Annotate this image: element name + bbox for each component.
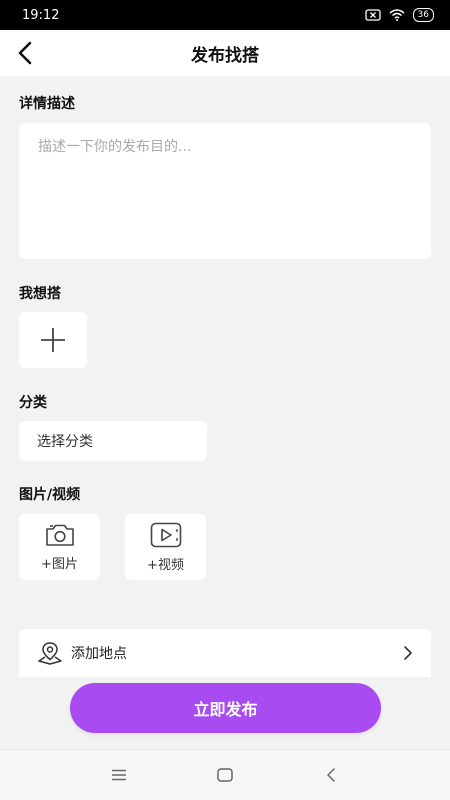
back-triangle-icon: [327, 768, 335, 782]
battery-icon: 36: [412, 8, 434, 22]
status-time: 19:12: [22, 7, 60, 23]
add-location-row[interactable]: 添加地点: [19, 629, 431, 677]
home-nav-button[interactable]: [210, 760, 240, 790]
system-nav-bar: [0, 749, 450, 800]
back-button[interactable]: [10, 38, 40, 68]
menu-icon: [112, 769, 126, 781]
status-bar: 19:12 36: [0, 0, 450, 30]
description-label: 详情描述: [19, 96, 75, 112]
description-input[interactable]: [38, 136, 412, 246]
back-arrow-icon: [18, 41, 32, 65]
camera-icon: [45, 524, 74, 546]
status-icons: 36: [364, 8, 434, 22]
publish-button[interactable]: 立即发布: [70, 683, 381, 733]
app-header: 发布找搭: [0, 30, 450, 76]
location-pin-icon: [38, 642, 62, 665]
chevron-right-icon: [404, 646, 412, 660]
category-label: 分类: [19, 395, 47, 411]
want-label: 我想搭: [19, 286, 61, 302]
description-box: [19, 123, 431, 259]
add-image-button[interactable]: +图片: [19, 514, 100, 580]
category-select-text: 选择分类: [37, 434, 93, 450]
home-square-icon: [217, 768, 233, 782]
add-want-button[interactable]: [19, 312, 87, 368]
category-select[interactable]: 选择分类: [19, 421, 207, 461]
back-nav-button[interactable]: [316, 760, 346, 790]
add-video-button[interactable]: +视频: [125, 514, 206, 580]
media-label: 图片/视频: [19, 487, 81, 503]
video-icon: [150, 522, 181, 547]
wifi-icon: [389, 9, 405, 21]
battery-level: 36: [417, 10, 429, 20]
menu-nav-button[interactable]: [104, 760, 134, 790]
sim-off-icon: [364, 9, 381, 21]
plus-icon: [41, 328, 65, 352]
page-title: 发布找搭: [191, 45, 259, 66]
add-location-label: 添加地点: [71, 646, 127, 662]
add-video-label: +视频: [147, 557, 184, 573]
add-image-label: +图片: [41, 556, 78, 572]
